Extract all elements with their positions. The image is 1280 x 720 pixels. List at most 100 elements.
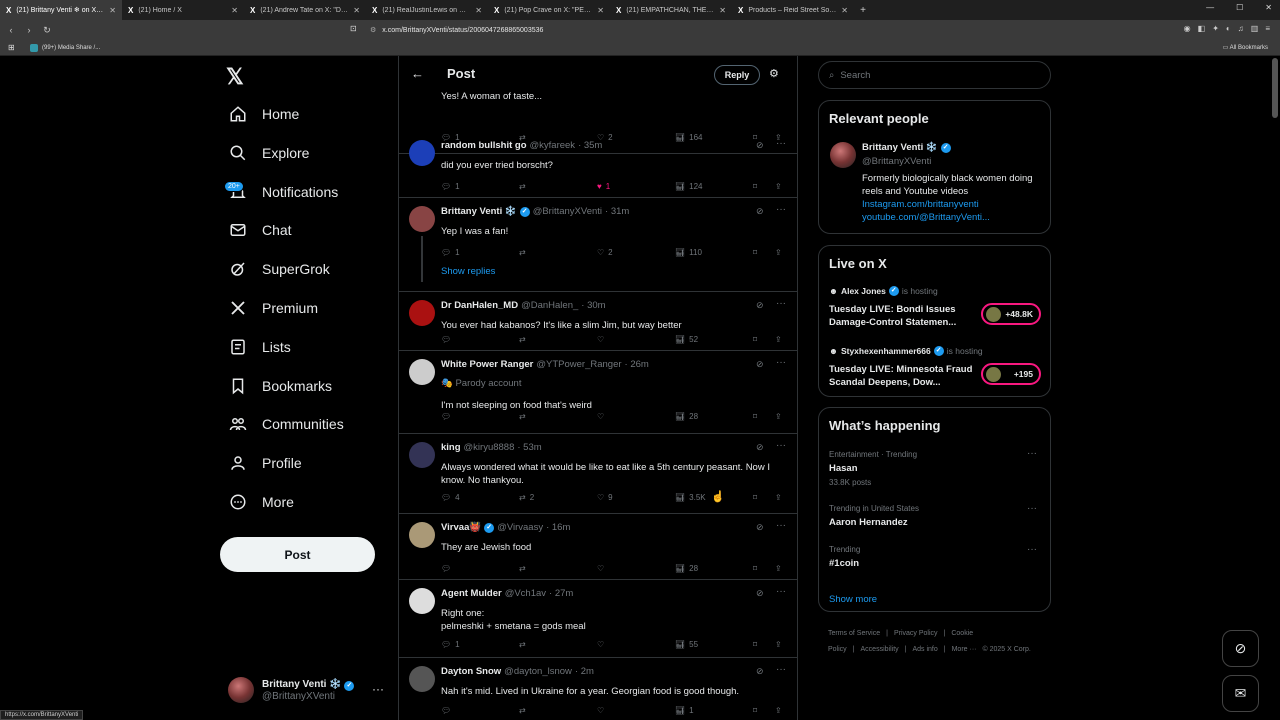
bio-link-instagram[interactable]: Instagram.com/brittanyventi [862,198,1042,211]
live-title[interactable]: Tuesday LIVE: Minnesota Fraud Scandal De… [829,363,977,389]
avatar[interactable] [409,359,435,385]
reply-action[interactable]: 💬︎ 1 [441,640,460,649]
tweet-author-handle[interactable]: @Vch1av [505,588,546,599]
filter-icon[interactable]: ⚙ [769,67,779,80]
extension-icon[interactable]: ♫ [1238,24,1244,33]
reply-action[interactable]: 💬︎ [441,706,455,715]
nav-item-premium[interactable]: Premium [228,298,318,318]
scrollbar[interactable] [1272,58,1278,118]
reply-action[interactable]: 💬︎ [441,564,455,573]
avatar[interactable] [409,666,435,692]
more-dots-icon[interactable]: ··· [776,357,786,368]
grok-icon[interactable]: ⊘ [756,359,764,370]
footer-link[interactable]: More ··· [952,646,977,653]
more-dots-icon[interactable]: ··· [776,520,786,531]
like-action[interactable]: ♡ [597,706,608,715]
views-action[interactable]: 📊︎ 3.5K [675,493,706,502]
tweet[interactable]: Agent Mulder @Vch1av · 27m ⊘ ··· Right one: pe… [399,580,797,658]
like-action[interactable]: ♡ 9 [597,493,613,502]
bookmark-action[interactable]: ⌑ [753,640,757,649]
grok-icon[interactable]: ⊘ [756,666,764,677]
menu-icon[interactable]: ≡ [1265,24,1270,33]
grok-icon[interactable]: ⊘ [756,140,764,151]
avatar[interactable] [409,206,435,232]
bookmark-action[interactable]: ⌑ [753,706,757,715]
tweet-author-name[interactable]: White Power Ranger [441,359,533,370]
grok-icon[interactable]: ⊘ [756,522,764,533]
tweet-author-name[interactable]: random bullshit go [441,140,527,151]
tweet[interactable]: Dr DanHalen_MD @DanHalen_ · 30m ⊘ ··· You eve… [399,292,797,351]
tweet[interactable]: random bullshit go @kyfareek · 35m ⊘ ··· did … [399,132,797,198]
repost-action[interactable]: ⇄ [519,335,530,344]
trend-name[interactable]: Aaron Hernandez [829,517,908,528]
tweet-author-handle[interactable]: @Virvaasy [497,522,543,533]
live-host[interactable]: ☻ Alex Jones ✓ is hosting [829,286,938,296]
tweet-time[interactable]: · 30m [581,300,605,311]
tab-close-icon[interactable]: ✕ [109,6,116,15]
forward-icon[interactable]: › [22,25,36,35]
bookmark-action[interactable]: ⌑ [753,412,757,421]
back-icon[interactable]: ‹ [4,25,18,35]
x-logo-icon[interactable]: 𝕏 [226,64,244,90]
reply-action[interactable]: 💬︎ 1 [441,248,460,257]
live-host[interactable]: ☻ Styxhexenhammer666 ✓ is hosting [829,346,983,356]
apps-icon[interactable]: ⊞ [8,43,15,52]
views-action[interactable]: 📊︎ 28 [675,564,698,573]
footer-link[interactable]: Ads info [912,646,937,653]
like-action[interactable]: ♡ [597,564,608,573]
nav-item-more[interactable]: More [228,492,294,512]
nav-item-notifications[interactable]: Notifications [228,182,338,202]
tab-close-icon[interactable]: ✕ [597,6,604,15]
reply-action[interactable]: 💬︎ 4 [441,493,460,502]
avatar[interactable] [409,300,435,326]
account-switcher[interactable]: Brittany Venti ❄️ ✓ @BrittanyXVenti ··· [228,674,388,706]
back-arrow-icon[interactable]: ← [411,66,424,81]
new-tab-icon[interactable]: + [854,5,872,16]
extension-icon[interactable]: ◐ [1226,24,1231,33]
share-action[interactable]: ⇪ [775,182,782,191]
tweet[interactable]: Brittany Venti ❄️ ✓ @BrittanyXVenti · 31m ⊘ ·… [399,198,797,292]
nav-item-bookmarks[interactable]: Bookmarks [228,376,332,396]
avatar[interactable] [830,142,856,168]
more-dots-icon[interactable]: ··· [1027,503,1037,514]
tweet-author-name[interactable]: Dayton Snow [441,666,501,677]
repost-action[interactable]: ⇄ [519,564,530,573]
browser-tab[interactable]: X(21) Andrew Tate on X: "Dubai is on…✕ [244,0,366,20]
tweet-author-handle[interactable]: @DanHalen_ [521,300,578,311]
minimize-icon[interactable]: — [1206,3,1214,12]
bookmark-media-share[interactable]: (99+) Media Share /... [30,43,100,52]
repost-action[interactable]: ⇄ 2 [519,493,534,502]
tweet-author-handle[interactable]: @YTPower_Ranger [536,359,621,370]
bookmark-star-icon[interactable]: ⊡ [350,24,357,33]
avatar[interactable] [409,588,435,614]
search-input[interactable]: ⌕ Search [818,61,1051,89]
maximize-icon[interactable]: ☐ [1236,3,1243,12]
avatar[interactable] [409,522,435,548]
footer-link[interactable]: Accessibility [861,646,899,653]
reply-action[interactable]: 💬︎ [441,412,455,421]
tweet-time[interactable]: · 27m [549,588,573,599]
more-dots-icon[interactable]: ··· [776,204,786,215]
repost-action[interactable]: ⇄ [519,412,530,421]
nav-item-lists[interactable]: Lists [228,337,291,357]
live-title[interactable]: Tuesday LIVE: Bondi Issues Damage-Contro… [829,303,977,329]
more-dots-icon[interactable]: ··· [372,682,384,696]
nav-item-chat[interactable]: Chat [228,220,292,240]
more-dots-icon[interactable]: ··· [776,440,786,451]
more-dots-icon[interactable]: ··· [776,664,786,675]
bookmark-action[interactable]: ⌑ [753,182,757,191]
bookmark-action[interactable]: ⌑ [753,564,757,573]
all-bookmarks[interactable]: ▭ All Bookmarks [1223,44,1268,51]
tab-close-icon[interactable]: ✕ [475,6,482,15]
tweet[interactable]: White Power Ranger @YTPower_Ranger · 26m ⊘ ·… [399,351,797,434]
share-action[interactable]: ⇪ [775,493,782,502]
repost-action[interactable]: ⇄ [519,182,530,191]
grok-float-button[interactable]: ⊘ [1222,630,1259,667]
tweet-author-handle[interactable]: @dayton_lsnow [504,666,572,677]
tweet-time[interactable]: · 53m [517,442,541,453]
views-action[interactable]: 📊︎ 110 [675,248,702,257]
messages-float-button[interactable]: ✉ [1222,675,1259,712]
repost-action[interactable]: ⇄ [519,248,530,257]
repost-action[interactable]: ⇄ [519,706,530,715]
share-action[interactable]: ⇪ [775,412,782,421]
